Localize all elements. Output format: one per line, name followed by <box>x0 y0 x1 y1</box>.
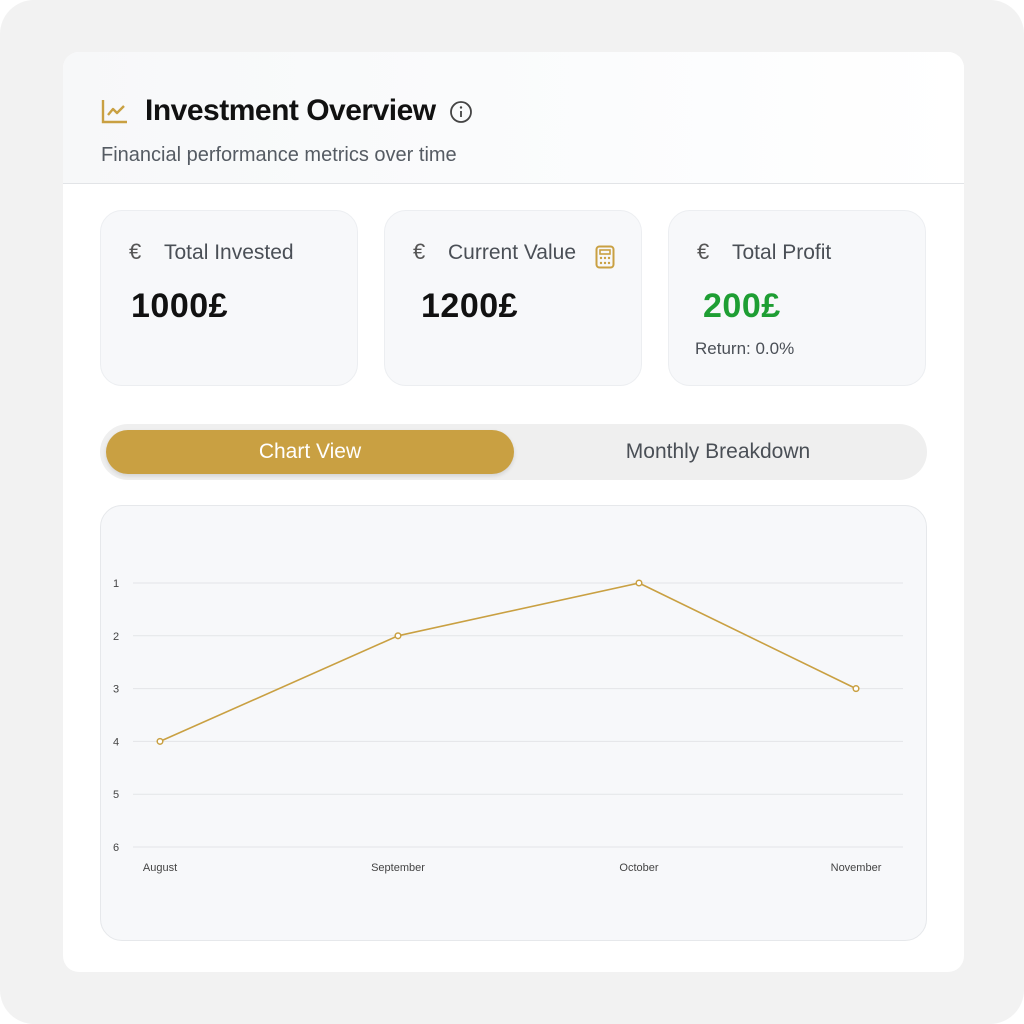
stat-card-current-value: € Current Value 1200£ <box>384 210 642 386</box>
data-point <box>852 685 860 693</box>
stat-label: Total Profit <box>732 241 832 264</box>
info-icon[interactable] <box>449 100 473 124</box>
euro-icon: € <box>697 239 710 264</box>
line-chart-icon <box>101 100 127 124</box>
stat-card-total-profit: € Total Profit 200£ Return: 0.0% <box>668 210 926 386</box>
card-header: Investment Overview Financial performanc… <box>63 52 964 184</box>
x-tick-label: October <box>619 862 658 874</box>
data-point <box>156 737 164 745</box>
return-text: Return: 0.0% <box>695 339 795 358</box>
page-background: Investment Overview Financial performanc… <box>0 0 1024 1024</box>
y-tick-label: 5 <box>113 789 119 801</box>
y-tick-label: 2 <box>113 631 119 643</box>
calculator-icon <box>595 245 615 269</box>
profit-value: 200£ <box>703 287 781 325</box>
y-tick-label: 4 <box>113 736 119 748</box>
stat-label: Current Value <box>448 241 577 264</box>
tab-chart-view[interactable]: Chart View <box>106 430 514 474</box>
data-point <box>635 579 643 587</box>
series-line <box>159 582 857 743</box>
stat-card-total-invested: € Total Invested 1000£ <box>100 210 358 386</box>
stat-value: 1000£ <box>131 287 229 325</box>
line-chart: 1 2 3 4 5 6 August September October November <box>113 578 903 874</box>
page-subtitle: Financial performance metrics over time <box>101 144 457 166</box>
chart-panel: 1 2 3 4 5 6 August September October November <box>100 505 927 941</box>
x-tick-label: September <box>371 862 425 874</box>
euro-icon: € <box>129 239 142 264</box>
data-point <box>394 632 402 640</box>
investment-card: Investment Overview Financial performanc… <box>63 52 964 972</box>
stat-label: Total Invested <box>164 241 294 264</box>
tab-monthly-breakdown[interactable]: Monthly Breakdown <box>514 430 922 474</box>
stat-value: 1200£ <box>421 287 519 325</box>
y-tick-label: 1 <box>113 578 119 590</box>
euro-icon: € <box>413 239 426 264</box>
x-tick-label: August <box>143 862 177 874</box>
x-tick-label: November <box>831 862 882 874</box>
view-tabs: Chart View Monthly Breakdown <box>100 424 927 480</box>
y-tick-label: 6 <box>113 842 119 854</box>
page-title: Investment Overview <box>145 94 436 127</box>
y-tick-label: 3 <box>113 684 119 696</box>
